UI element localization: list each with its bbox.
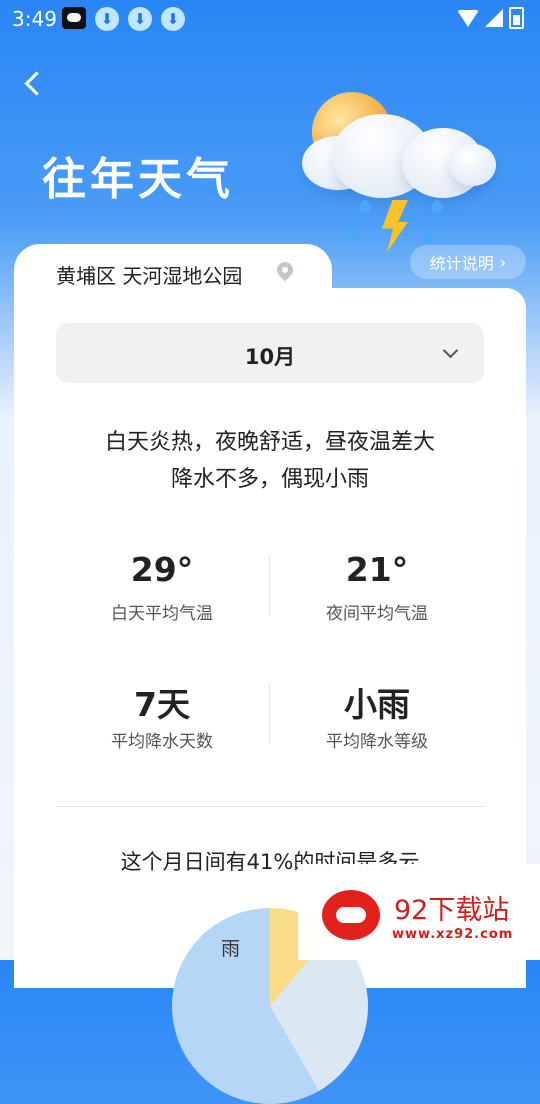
rain-level-value: 小雨 (344, 685, 410, 724)
rain-level-label: 平均降水等级 (326, 732, 428, 752)
night-temp-label: 夜间平均气温 (326, 604, 428, 624)
location-text: 黄埔区 天河湿地公园 (56, 264, 243, 288)
stats-divider (269, 685, 270, 743)
status-bar: 3:49 ⬇ ⬇ ⬇ (0, 0, 540, 38)
day-temp-label: 白天平均气温 (111, 604, 213, 624)
watermark-url: www.xz92.com (392, 927, 514, 942)
section-divider (56, 806, 484, 807)
description-line-2: 降水不多，偶现小雨 (170, 467, 369, 492)
month-select[interactable]: 10月 (56, 323, 484, 383)
stats-explanation-label: 统计说明 (429, 254, 494, 273)
watermark: 92下载站 www.xz92.com (298, 864, 540, 960)
pie-label-rain: 雨 (221, 938, 241, 960)
watermark-title: 92下载站 (394, 895, 510, 926)
description-line-1: 白天炎热，夜晚舒适，昼夜温差大 (104, 430, 435, 455)
status-right (457, 6, 524, 30)
signal-icon (485, 9, 503, 27)
rain-days-label: 平均降水天数 (111, 732, 213, 752)
month-select-value: 10月 (244, 345, 296, 369)
lightning-icon (382, 200, 408, 252)
raindrop-icon (360, 200, 370, 214)
download-icon: ⬇ (95, 7, 119, 31)
weather-illustration (300, 88, 500, 258)
night-temp-value: 21° (345, 550, 409, 589)
battery-icon (509, 7, 524, 29)
weather-app-icon (62, 7, 86, 29)
chevron-right-icon: › (499, 252, 507, 272)
page-title: 往年天气 (42, 154, 234, 205)
stats-explanation-button[interactable]: 统计说明 › (410, 245, 526, 279)
stats-divider (269, 557, 270, 615)
back-button[interactable] (16, 65, 50, 103)
download-icon: ⬇ (161, 7, 185, 31)
download-icon: ⬇ (128, 7, 152, 31)
wifi-icon (457, 9, 479, 27)
rain-days-value: 7天 (134, 685, 190, 724)
gamepad-logo-icon (322, 890, 380, 940)
status-time: 3:49 (12, 7, 57, 31)
day-temp-value: 29° (130, 550, 194, 589)
